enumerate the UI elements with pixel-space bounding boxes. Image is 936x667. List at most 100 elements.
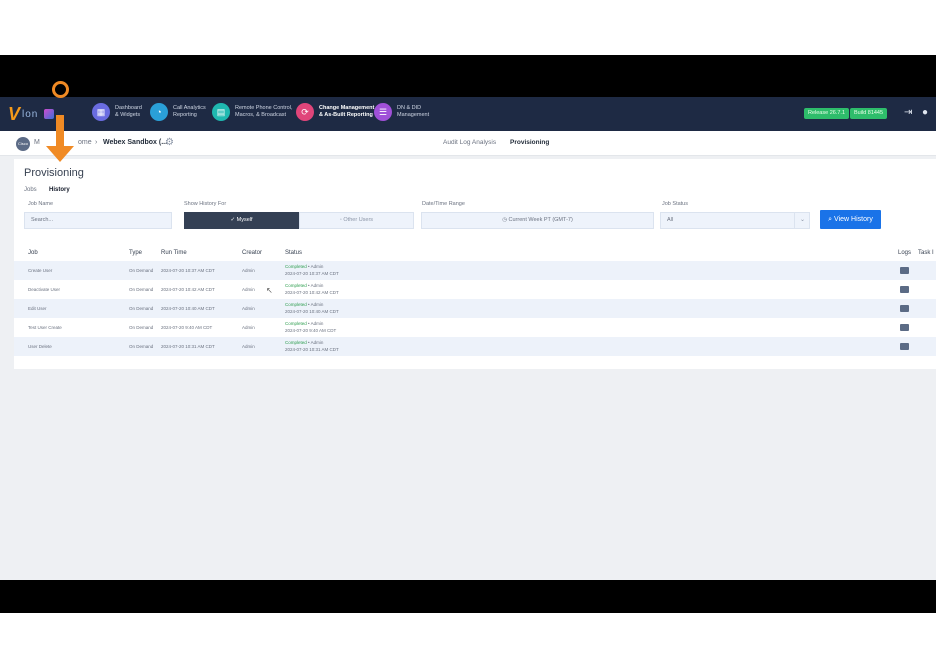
status-time: 2024-07-20 10:37 AM CDT [285, 271, 339, 276]
status-text: Completed [285, 283, 307, 288]
status-by: • Admin [308, 283, 324, 288]
app-frame: V lon ▦ Dashboard & Widgets ◔ Call Analy… [0, 97, 936, 580]
mouse-cursor-icon: ↖ [266, 286, 273, 295]
folder-icon[interactable] [900, 305, 909, 312]
column-header-creator[interactable]: Creator [242, 250, 262, 256]
chevron-down-icon[interactable]: ⌄ [794, 212, 810, 229]
folder-icon[interactable] [900, 324, 909, 331]
table-row[interactable]: User Delete On Demand 2024-07-20 10:31 A… [14, 337, 936, 356]
other-users-toggle[interactable]: ◦ Other Users [299, 212, 414, 229]
tab-audit-log-analysis[interactable]: Audit Log Analysis [443, 139, 496, 146]
status-text: Completed [285, 321, 307, 326]
logo-mark: V [8, 103, 21, 124]
table-row[interactable]: Edit User On Demand 2024-07-20 10:40 AM … [14, 299, 936, 318]
job-name-search-input[interactable]: Search... [24, 212, 172, 229]
annotation-arrow-shaft [56, 115, 64, 149]
status-by: • Admin [308, 264, 324, 269]
provisioning-panel: Provisioning Jobs History Job Name Searc… [14, 159, 936, 369]
status-by: • Admin [308, 302, 324, 307]
tab-provisioning[interactable]: Provisioning [510, 139, 549, 146]
column-header-type[interactable]: Type [129, 250, 142, 256]
letterbox-top [0, 55, 936, 97]
folder-icon[interactable] [900, 286, 909, 293]
run-time-cell: 2024-07-20 9:40 AM CDT [161, 325, 213, 330]
tab-history[interactable]: History [49, 187, 70, 193]
job-name-cell: Deactivate User [28, 287, 61, 292]
date-range-picker[interactable]: ◷ Current Week PT (GMT-7) [421, 212, 654, 229]
annotation-circle [52, 81, 69, 98]
job-name-cell: User Delete [28, 344, 52, 349]
letterbox-bottom [0, 580, 936, 613]
phone-control-icon: ▤ [212, 103, 230, 121]
column-header-job[interactable]: Job [28, 250, 38, 256]
run-time-cell: 2024-07-20 10:42 AM CDT [161, 287, 215, 292]
view-history-button[interactable]: ⌕ View History [820, 210, 881, 229]
breadcrumb-separator: › [95, 139, 98, 146]
annotation-arrow-down-icon [46, 146, 74, 162]
type-cell: On Demand [129, 306, 154, 311]
creator-cell: Admin [242, 306, 255, 311]
type-cell: On Demand [129, 344, 154, 349]
date-range-label: Date/Time Range [422, 201, 465, 207]
creator-cell: Admin [242, 287, 255, 292]
column-header-run-time[interactable]: Run Time [161, 250, 187, 256]
breadcrumb-bar: Cisco M ome › Webex Sandbox (... ⚙ Audit… [0, 131, 936, 156]
job-status-label: Job Status [662, 201, 688, 207]
view-history-label: View History [834, 216, 873, 223]
nav-dn-did-label: DN & DID Management [397, 105, 430, 118]
nav-change-management-label: Change Management & As-Built Reporting [319, 105, 375, 118]
status-time: 2024-07-20 9:40 AM CDT [285, 328, 337, 333]
breadcrumb-part[interactable]: M [34, 139, 40, 146]
run-time-cell: 2024-07-20 10:31 AM CDT [161, 344, 215, 349]
status-by: • Admin [308, 321, 324, 326]
notification-icon[interactable]: ● [922, 107, 928, 118]
nav-change-management[interactable]: ⟳ Change Management & As-Built Reporting [296, 103, 374, 121]
table-row[interactable]: Create User On Demand 2024-07-20 10:37 A… [14, 261, 936, 280]
show-history-label: Show History For [184, 201, 227, 207]
run-time-cell: 2024-07-20 10:37 AM CDT [161, 268, 215, 273]
column-header-status[interactable]: Status [285, 250, 302, 256]
myself-toggle[interactable]: ✓ Myself [184, 212, 299, 229]
breadcrumb-current[interactable]: Webex Sandbox (... [103, 139, 167, 146]
table-row[interactable]: Test User Create On Demand 2024-07-20 9:… [14, 318, 936, 337]
folder-icon[interactable] [900, 267, 909, 274]
status-cell: Completed • Admin [285, 283, 323, 288]
job-name-cell: Edit User [28, 306, 47, 311]
dashboard-icon: ▦ [92, 103, 110, 121]
status-time: 2024-07-20 10:42 AM CDT [285, 290, 339, 295]
dn-did-icon: ☰ [374, 103, 392, 121]
tab-jobs[interactable]: Jobs [24, 187, 37, 193]
logo-text: lon [22, 108, 39, 120]
job-name-label: Job Name [28, 201, 54, 207]
status-cell: Completed • Admin [285, 264, 323, 269]
date-range-value: Current Week PT (GMT-7) [508, 217, 573, 223]
column-header-logs: Logs [898, 250, 912, 256]
job-status-select[interactable]: All [660, 212, 810, 229]
myself-label: Myself [236, 217, 253, 223]
nav-remote-phone[interactable]: ▤ Remote Phone Control, Macros, & Broadc… [212, 103, 292, 121]
creator-cell: Admin [242, 268, 255, 273]
run-time-cell: 2024-07-20 10:40 AM CDT [161, 306, 215, 311]
logout-icon[interactable]: ⇥ [904, 107, 912, 118]
nav-dashboard[interactable]: ▦ Dashboard & Widgets [92, 103, 142, 121]
change-management-icon: ⟳ [296, 103, 314, 121]
nav-call-analytics[interactable]: ◔ Call Analytics Reporting [150, 103, 206, 121]
breadcrumb-home[interactable]: ome [78, 139, 92, 146]
status-text: Completed [285, 302, 307, 307]
creator-cell: Admin [242, 344, 255, 349]
table-row[interactable]: Deactivate User On Demand 2024-07-20 10:… [14, 280, 936, 299]
cube-icon [44, 109, 55, 119]
analytics-icon: ◔ [150, 103, 168, 121]
status-time: 2024-07-20 10:31 AM CDT [285, 347, 339, 352]
org-avatar[interactable]: Cisco [16, 137, 30, 151]
status-cell: Completed • Admin [285, 321, 323, 326]
nav-dn-did[interactable]: ☰ DN & DID Management [374, 103, 429, 121]
job-name-cell: Test User Create [28, 325, 62, 330]
creator-cell: Admin [242, 325, 255, 330]
folder-icon[interactable] [900, 343, 909, 350]
type-cell: On Demand [129, 268, 154, 273]
status-text: Completed [285, 340, 307, 345]
nav-dashboard-label: Dashboard & Widgets [115, 105, 142, 118]
status-text: Completed [285, 264, 307, 269]
gear-icon[interactable]: ⚙ [165, 137, 174, 148]
